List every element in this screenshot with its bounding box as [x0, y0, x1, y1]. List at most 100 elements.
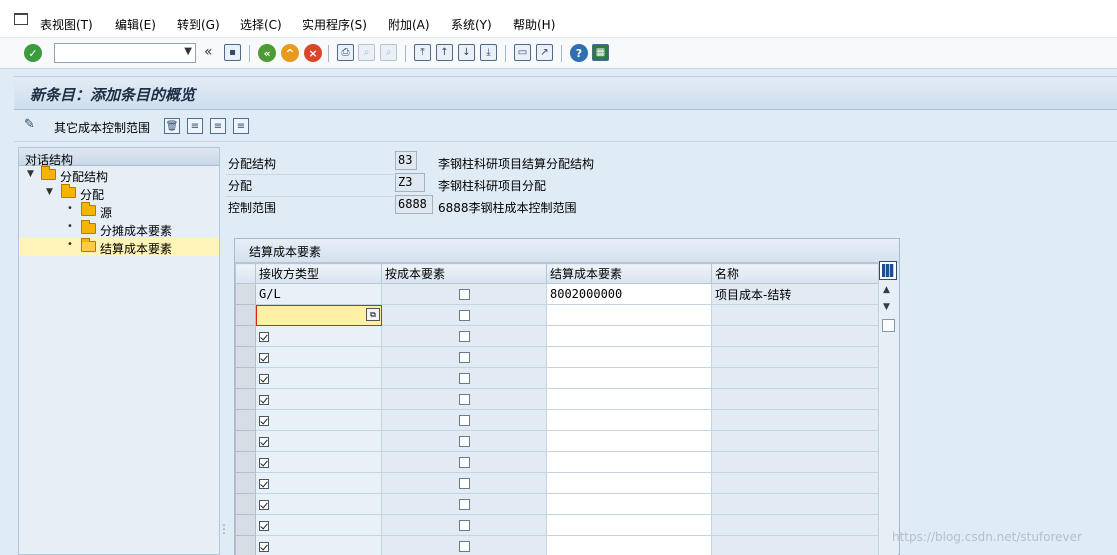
select-all-icon[interactable]: ≡: [187, 118, 203, 134]
checkbox[interactable]: [458, 541, 470, 552]
row-selector[interactable]: [235, 430, 256, 452]
select-block-icon[interactable]: ≡: [210, 118, 226, 134]
expand-arrow-icon[interactable]: ▼: [27, 169, 34, 179]
row-selector[interactable]: [235, 472, 256, 494]
menu-selection[interactable]: 选择(C): [240, 16, 282, 33]
row-selector[interactable]: [235, 346, 256, 368]
panel-splitter[interactable]: [218, 147, 230, 555]
previous-page-icon[interactable]: ↑: [436, 44, 453, 61]
receiver-type-cell[interactable]: [255, 325, 382, 347]
row-selector[interactable]: [235, 388, 256, 410]
receiver-type-cell[interactable]: [255, 514, 382, 536]
checkbox[interactable]: [458, 289, 470, 300]
first-page-icon[interactable]: ⤒: [414, 44, 431, 61]
delete-icon[interactable]: 🗑: [164, 118, 180, 134]
settlement-cost-element-cell[interactable]: 8002000000: [546, 283, 712, 305]
row-selector[interactable]: [235, 283, 256, 305]
checkbox[interactable]: [458, 436, 470, 447]
checkbox[interactable]: [458, 373, 470, 384]
scroll-thumb[interactable]: [882, 319, 895, 332]
settlement-cost-element-cell[interactable]: [546, 535, 712, 555]
expand-arrow-icon[interactable]: ▼: [46, 187, 53, 197]
row-selector[interactable]: [235, 514, 256, 536]
checkbox[interactable]: [458, 499, 470, 510]
column-header-name[interactable]: 名称: [711, 263, 879, 284]
tree-item-allocation-structure[interactable]: ▼ 分配结构: [19, 166, 219, 184]
column-header-by-cost-element[interactable]: 按成本要素: [381, 263, 547, 284]
receiver-type-cell[interactable]: [255, 535, 382, 555]
exit-icon[interactable]: ^: [281, 44, 299, 62]
row-selector[interactable]: [235, 367, 256, 389]
settlement-cost-element-cell[interactable]: [546, 430, 712, 452]
settlement-cost-element-cell[interactable]: [546, 514, 712, 536]
receiver-type-cell[interactable]: [255, 451, 382, 473]
receiver-type-cell[interactable]: [255, 472, 382, 494]
table-settings-icon[interactable]: [879, 261, 897, 280]
settlement-cost-element-cell[interactable]: [546, 451, 712, 473]
value-help-icon[interactable]: ⧉: [366, 308, 380, 321]
row-selector[interactable]: [235, 493, 256, 515]
receiver-type-cell[interactable]: [255, 346, 382, 368]
checkbox[interactable]: [458, 394, 470, 405]
row-selector[interactable]: [235, 535, 256, 555]
checkbox[interactable]: [458, 331, 470, 342]
row-selector[interactable]: [235, 409, 256, 431]
receiver-type-cell[interactable]: [255, 388, 382, 410]
other-area-icon[interactable]: ✎: [24, 117, 35, 132]
settlement-cost-element-cell[interactable]: [546, 325, 712, 347]
next-page-icon[interactable]: ↓: [458, 44, 475, 61]
receiver-type-cell[interactable]: [255, 367, 382, 389]
menu-utilities[interactable]: 实用程序(S): [302, 16, 367, 33]
menu-edit[interactable]: 编辑(E): [115, 16, 156, 33]
checkbox[interactable]: [458, 352, 470, 363]
deselect-all-icon[interactable]: ≡: [233, 118, 249, 134]
tree-item-allocation[interactable]: ▼ 分配: [19, 184, 219, 202]
settlement-cost-element-cell[interactable]: [546, 304, 712, 326]
menu-extras[interactable]: 附加(A): [388, 16, 430, 33]
scroll-up-icon[interactable]: ▲: [883, 285, 890, 295]
receiver-type-cell[interactable]: G/L: [255, 283, 382, 305]
receiver-type-cell[interactable]: [255, 409, 382, 431]
row-selector[interactable]: [235, 325, 256, 347]
scroll-down-icon[interactable]: ▼: [883, 302, 890, 312]
help-icon[interactable]: ?: [570, 44, 588, 62]
other-controlling-area-button[interactable]: 其它成本控制范围: [54, 119, 150, 136]
settlement-cost-element-cell[interactable]: [546, 388, 712, 410]
chevron-down-icon[interactable]: ▼: [184, 46, 192, 57]
settlement-cost-element-cell[interactable]: [546, 493, 712, 515]
checkbox[interactable]: [458, 415, 470, 426]
settlement-cost-element-cell[interactable]: [546, 367, 712, 389]
row-selector[interactable]: [235, 304, 256, 326]
tree-item-settlement-cost-elements[interactable]: • 结算成本要素: [19, 238, 219, 256]
menu-goto[interactable]: 转到(G): [177, 16, 220, 33]
settlement-cost-element-cell[interactable]: [546, 346, 712, 368]
receiver-type-cell[interactable]: [255, 430, 382, 452]
settlement-cost-element-cell[interactable]: [546, 409, 712, 431]
command-field[interactable]: ▼: [54, 43, 196, 63]
column-header-settlement-cost-element[interactable]: 结算成本要素: [546, 263, 712, 284]
system-menu-icon[interactable]: [14, 13, 28, 25]
receiver-type-input[interactable]: ⧉: [255, 304, 382, 326]
back-icon[interactable]: «: [258, 44, 276, 62]
checkbox[interactable]: [458, 310, 470, 321]
last-page-icon[interactable]: ⤓: [480, 44, 497, 61]
customize-icon[interactable]: ▦: [592, 44, 609, 61]
checkbox[interactable]: [458, 457, 470, 468]
receiver-type-cell[interactable]: [255, 493, 382, 515]
create-session-icon[interactable]: ▭: [514, 44, 531, 61]
shortcut-icon[interactable]: ↗: [536, 44, 553, 61]
row-selector[interactable]: [235, 451, 256, 473]
settlement-cost-element-cell[interactable]: [546, 472, 712, 494]
menu-help[interactable]: 帮助(H): [513, 16, 555, 33]
menu-system[interactable]: 系统(Y): [451, 16, 492, 33]
menu-table-view[interactable]: 表视图(T): [40, 16, 93, 33]
column-header-receiver-type[interactable]: 接收方类型: [255, 263, 382, 284]
collapse-command-icon[interactable]: «: [204, 44, 213, 60]
save-icon[interactable]: ▪: [224, 44, 241, 61]
print-icon[interactable]: ⎙: [337, 44, 354, 61]
checkbox[interactable]: [458, 520, 470, 531]
cancel-icon[interactable]: ×: [304, 44, 322, 62]
checkbox[interactable]: [458, 478, 470, 489]
tree-item-source[interactable]: • 源: [19, 202, 219, 220]
select-all-rows-cell[interactable]: [235, 263, 256, 284]
